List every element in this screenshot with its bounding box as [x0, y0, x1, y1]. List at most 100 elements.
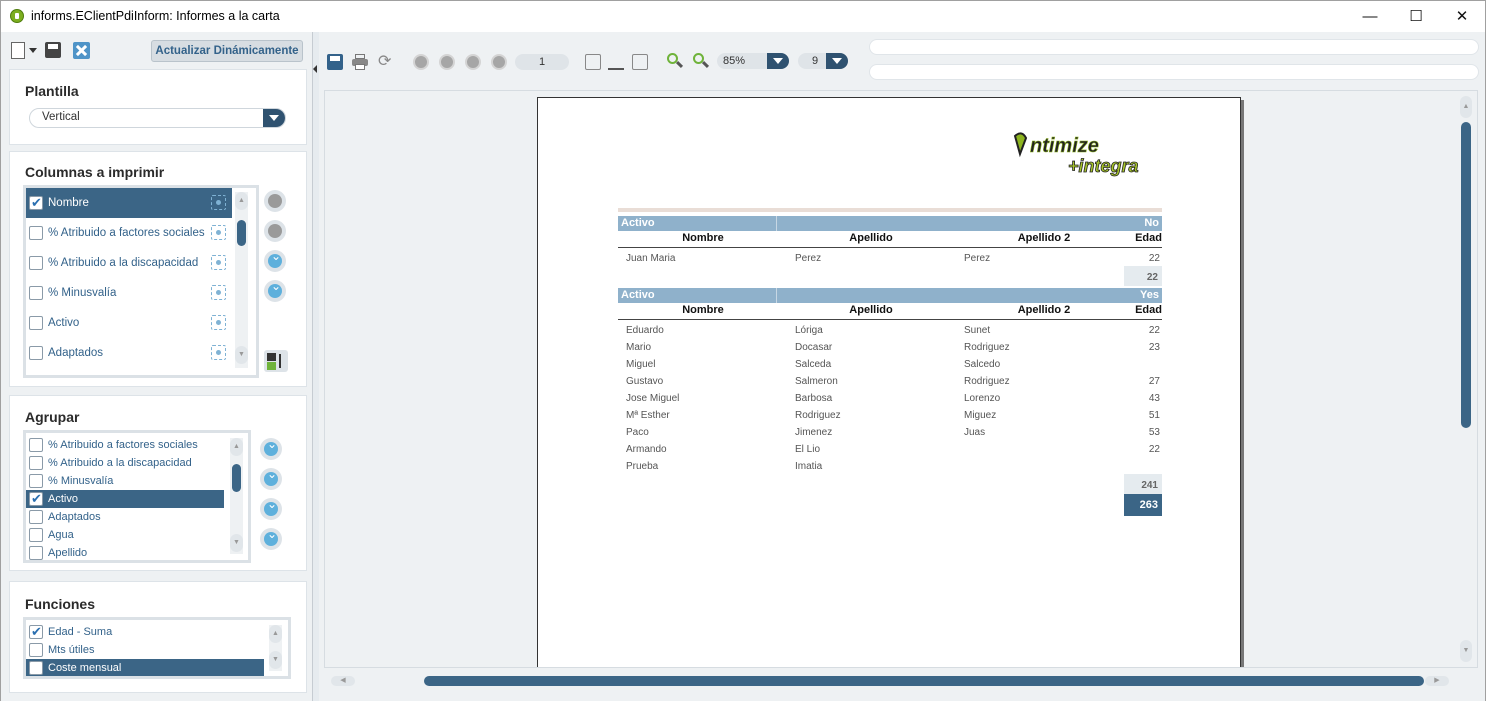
- column-settings-icon[interactable]: [211, 345, 226, 360]
- info-field-top[interactable]: [869, 39, 1479, 55]
- maximize-button[interactable]: ☐: [1393, 1, 1439, 32]
- checkbox[interactable]: [29, 622, 43, 642]
- save-icon[interactable]: [327, 54, 343, 70]
- list-item[interactable]: Coste mensual: [26, 659, 264, 676]
- list-item[interactable]: % Atribuido a la discapacidad: [26, 454, 224, 472]
- minimize-button[interactable]: —: [1347, 1, 1393, 32]
- checkbox[interactable]: [29, 489, 43, 509]
- new-document-icon[interactable]: [11, 42, 25, 59]
- zoom-in-icon[interactable]: [667, 53, 684, 69]
- list-item[interactable]: Adaptados: [26, 338, 232, 368]
- list-item[interactable]: Nombre: [26, 188, 232, 218]
- first-page-button[interactable]: [413, 54, 429, 70]
- chevron-down-icon[interactable]: [826, 53, 848, 69]
- chevron-down-icon[interactable]: [29, 48, 37, 53]
- checkbox[interactable]: [29, 193, 43, 213]
- viewer-horizontal-scrollbar[interactable]: ◀ ▶: [329, 675, 1449, 687]
- page-number-input[interactable]: 1: [515, 54, 569, 70]
- checkbox[interactable]: [29, 661, 43, 675]
- sort-az-icon[interactable]: [264, 350, 288, 372]
- checkbox[interactable]: [29, 474, 43, 488]
- group-move-bottom-button[interactable]: [260, 527, 282, 550]
- actual-size-icon[interactable]: [608, 54, 624, 70]
- checkbox[interactable]: [29, 316, 43, 330]
- column-settings-icon[interactable]: [211, 285, 226, 300]
- column-settings-icon[interactable]: [211, 255, 226, 270]
- checkbox[interactable]: [29, 256, 43, 270]
- previous-page-button[interactable]: [439, 54, 455, 70]
- scroll-up-icon[interactable]: ▲: [269, 625, 282, 643]
- scrollbar-thumb[interactable]: [237, 220, 246, 246]
- list-item[interactable]: Activo: [26, 308, 232, 338]
- scroll-down-icon[interactable]: ▼: [230, 534, 243, 552]
- checkbox[interactable]: [29, 226, 43, 240]
- move-up-button[interactable]: [264, 220, 286, 242]
- scrollbar-thumb[interactable]: [424, 676, 1424, 686]
- template-panel: [9, 69, 307, 145]
- viewer-vertical-scrollbar[interactable]: ▲ ▼: [1459, 96, 1473, 662]
- scrollbar-thumb[interactable]: [1461, 122, 1471, 428]
- list-item[interactable]: Apellido: [26, 544, 224, 560]
- checkbox[interactable]: [29, 528, 43, 542]
- group-move-up-button[interactable]: [260, 467, 282, 490]
- scroll-down-icon[interactable]: ▼: [1460, 640, 1472, 662]
- columns-scrollbar[interactable]: ▲ ▼: [235, 192, 248, 368]
- scroll-right-icon[interactable]: ▶: [1425, 676, 1449, 686]
- checkbox[interactable]: [29, 510, 43, 524]
- list-item[interactable]: % Atribuido a la discapacidad: [26, 248, 232, 278]
- zoom-out-icon[interactable]: [693, 53, 710, 69]
- functions-scrollbar[interactable]: ▲ ▼: [269, 625, 282, 671]
- scroll-up-icon[interactable]: ▲: [230, 438, 243, 456]
- list-item[interactable]: Agua: [26, 526, 224, 544]
- save-icon[interactable]: [45, 42, 61, 58]
- refresh-icon[interactable]: ⟳: [378, 54, 394, 70]
- move-bottom-button[interactable]: [264, 279, 286, 302]
- list-item-label: Adaptados: [48, 347, 103, 359]
- template-select[interactable]: Vertical: [29, 108, 286, 128]
- scrollbar-thumb[interactable]: [232, 464, 241, 492]
- report-viewer[interactable]: ntimize +integra Activo No Nombre Apellido A…: [324, 90, 1478, 668]
- update-dynamically-button[interactable]: Actualizar Dinámicamente: [151, 40, 303, 62]
- column-header: Apellido 2: [1017, 304, 1071, 316]
- checkbox[interactable]: [29, 643, 43, 657]
- scroll-down-icon[interactable]: ▼: [269, 651, 282, 669]
- list-item[interactable]: Edad - Suma: [26, 622, 264, 642]
- chevron-down-icon[interactable]: [767, 53, 789, 69]
- print-icon[interactable]: [352, 54, 368, 70]
- scroll-up-icon[interactable]: ▲: [235, 192, 248, 210]
- list-item[interactable]: % Atribuido a factores sociales: [26, 218, 232, 248]
- collapse-left-icon[interactable]: [313, 65, 317, 73]
- list-item[interactable]: Activo: [26, 489, 224, 509]
- scroll-up-icon[interactable]: ▲: [1460, 96, 1472, 118]
- checkbox[interactable]: [29, 346, 43, 360]
- chevron-down-icon[interactable]: [263, 109, 285, 127]
- list-item[interactable]: % Minusvalía: [26, 278, 232, 308]
- scroll-down-icon[interactable]: ▼: [235, 346, 248, 364]
- list-item[interactable]: Adaptados: [26, 508, 224, 526]
- checkbox[interactable]: [29, 546, 43, 560]
- tools-icon[interactable]: [73, 42, 90, 59]
- info-field-bottom[interactable]: [869, 64, 1479, 80]
- list-item[interactable]: Mts útiles: [26, 641, 264, 659]
- checkbox[interactable]: [29, 456, 43, 470]
- fit-width-icon[interactable]: [632, 54, 648, 70]
- list-item[interactable]: % Minusvalía: [26, 472, 224, 490]
- move-top-button[interactable]: [264, 190, 286, 212]
- close-button[interactable]: ✕: [1439, 1, 1485, 32]
- list-item[interactable]: % Atribuido a factores sociales: [26, 436, 224, 454]
- group-value: Yes: [1140, 289, 1159, 301]
- column-settings-icon[interactable]: [211, 195, 226, 210]
- list-item-label: Agua: [48, 529, 74, 541]
- scroll-left-icon[interactable]: ◀: [331, 676, 355, 686]
- group-move-down-button[interactable]: [260, 497, 282, 520]
- group-scrollbar[interactable]: ▲ ▼: [230, 438, 243, 554]
- move-down-button[interactable]: [264, 249, 286, 272]
- column-settings-icon[interactable]: [211, 315, 226, 330]
- checkbox[interactable]: [29, 438, 43, 452]
- last-page-button[interactable]: [491, 54, 507, 70]
- checkbox[interactable]: [29, 286, 43, 300]
- fit-page-icon[interactable]: [585, 54, 601, 70]
- next-page-button[interactable]: [465, 54, 481, 70]
- column-settings-icon[interactable]: [211, 225, 226, 240]
- group-move-top-button[interactable]: [260, 437, 282, 460]
